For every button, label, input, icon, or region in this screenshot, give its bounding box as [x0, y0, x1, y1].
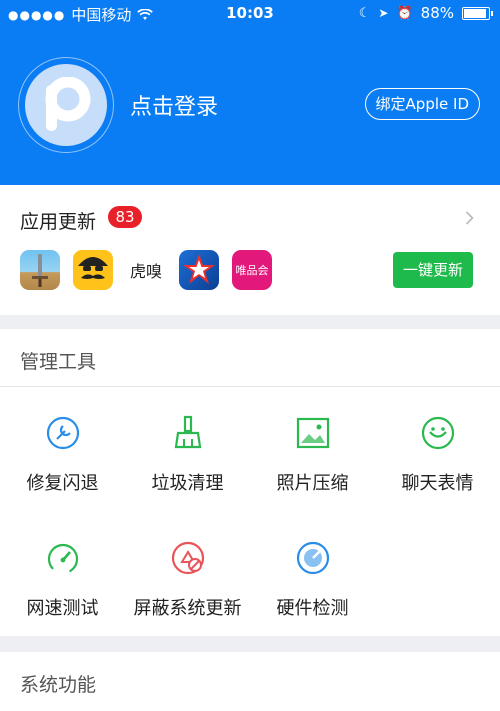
chevron-right-icon[interactable] — [465, 211, 474, 225]
battery-icon — [462, 6, 493, 20]
block-update-icon — [171, 541, 204, 575]
location-arrow-icon: ➤ — [378, 6, 389, 20]
photo-icon — [296, 417, 329, 449]
emoji-face-icon[interactable] — [73, 250, 113, 290]
bind-apple-id-button[interactable]: 绑定Apple ID — [364, 88, 480, 120]
status-bar: ●●●●● 中国移动 10:03 ☾ ➤ ⏰ 88% — [0, 0, 500, 28]
management-tools-section: 管理工具 修复闪退 垃圾清理 照片压缩 聊天表情 网速测试 屏蔽系统更新 硬件检… — [0, 329, 500, 636]
tool-repair-crash[interactable]: 修复闪退 — [0, 413, 125, 495]
tool-block-update[interactable]: 屏蔽系统更新 — [125, 538, 250, 620]
alarm-icon: ⏰ — [396, 5, 413, 21]
system-functions-section: 系统功能 — [0, 652, 500, 711]
huxiu-icon[interactable]: 虎嗅 — [126, 250, 166, 290]
chat-emoji-icon — [421, 416, 454, 450]
vip-shop-icon[interactable]: 唯品会 — [232, 250, 272, 290]
tools-title: 管理工具 — [20, 351, 97, 373]
updates-title: 应用更新 — [20, 211, 97, 233]
speed-gauge-icon — [47, 543, 78, 575]
broom-icon — [174, 415, 201, 449]
battery-percent: 88% — [420, 4, 454, 22]
login-link[interactable]: 点击登录 — [130, 89, 218, 121]
app-logo-icon — [45, 77, 91, 131]
update-count-badge: 83 — [108, 206, 142, 228]
app-updates-section[interactable]: 应用更新 83 虎嗅 唯品会 一键更新 — [0, 185, 500, 315]
profile-header: ●●●●● 中国移动 10:03 ☾ ➤ ⏰ 88% 点击登录 绑定Apple … — [0, 0, 500, 185]
avatar[interactable] — [18, 57, 114, 153]
tool-photo-compress[interactable]: 照片压缩 — [250, 413, 375, 495]
moon-icon: ☾ — [358, 5, 371, 21]
tool-speed-test[interactable]: 网速测试 — [0, 538, 125, 620]
system-title: 系统功能 — [20, 674, 97, 696]
star-sports-icon[interactable] — [179, 250, 219, 290]
tool-hardware-check[interactable]: 硬件检测 — [250, 538, 375, 620]
tool-junk-clean[interactable]: 垃圾清理 — [125, 413, 250, 495]
divider — [0, 386, 500, 387]
repair-icon — [46, 416, 79, 450]
game-icon[interactable] — [20, 250, 60, 290]
hardware-dial-icon — [296, 541, 329, 575]
tool-chat-emoji[interactable]: 聊天表情 — [375, 413, 500, 495]
update-all-button[interactable]: 一键更新 — [393, 252, 473, 288]
